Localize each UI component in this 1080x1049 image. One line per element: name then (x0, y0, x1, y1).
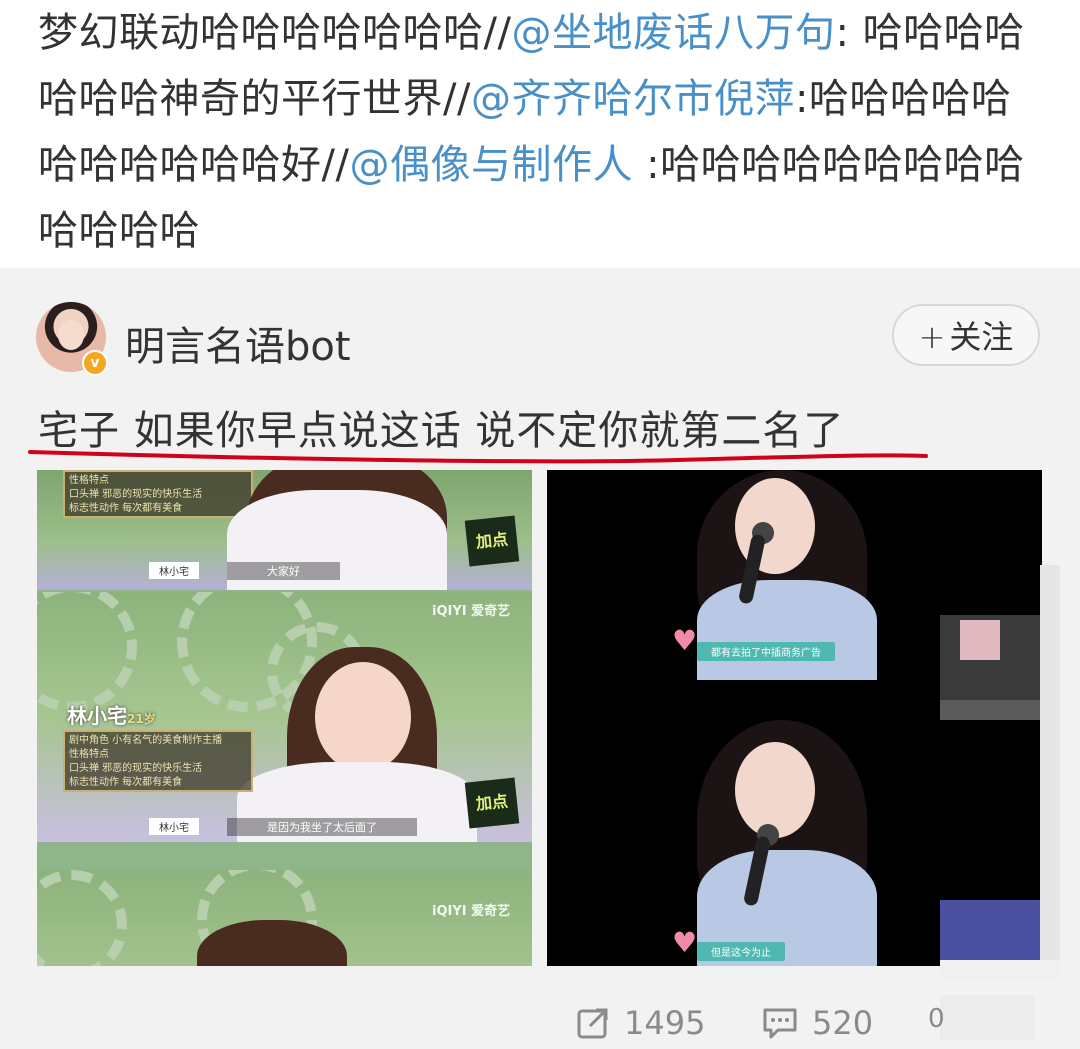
name-tag-2: 林小宅 (149, 818, 199, 835)
repost-action[interactable]: 1495 (576, 1004, 705, 1042)
iqiyi-watermark-2: iQIYI 爱奇艺 (432, 904, 511, 919)
verified-badge-icon: v (82, 350, 108, 376)
comment-bubble-icon (763, 1008, 797, 1039)
show-logo: 加点 (464, 515, 520, 567)
show-logo-2: 加点 (464, 777, 520, 829)
name-tag: 林小宅 (149, 562, 199, 579)
comment-count: 520 (812, 1004, 874, 1042)
mention-link-1[interactable]: @坐地废话八万句 (511, 10, 835, 56)
overlay-name: 林小宅 (67, 704, 127, 728)
subtitle-2: 是因为我坐了太后面了 (227, 818, 417, 836)
thumb-icon: 0 (928, 1004, 945, 1034)
follow-label: 关注 (949, 318, 1014, 356)
repost-chain-text: 梦幻联动哈哈哈哈哈哈哈//@坐地废话八万句: 哈哈哈哈哈哈哈神奇的平行世界//@… (38, 0, 1048, 264)
follow-button[interactable]: + 关注 (892, 304, 1040, 366)
pixelated-overlay (935, 565, 1065, 1045)
comment-action[interactable]: 520 (762, 1004, 873, 1042)
post-image-left[interactable]: 性格特点 口头禅 邪恶的现实的快乐生活 标志性动作 每次都有美食 林小宅 大家好… (37, 470, 532, 966)
mention-link-3[interactable]: @偶像与制作人 (349, 142, 633, 188)
mention-link-2[interactable]: @齐齐哈尔市倪萍 (471, 76, 795, 122)
heart-icon-2: ♥ (672, 926, 698, 959)
share-square-icon (577, 1008, 608, 1039)
right-subtitle-top: 都有去拍了中插商务广告 (697, 642, 835, 661)
repost-count: 1495 (624, 1004, 706, 1042)
plus-icon: + (918, 318, 946, 356)
repost-text-1: 梦幻联动哈哈哈哈哈哈哈// (38, 10, 512, 56)
left-panel-top: 性格特点 口头禅 邪恶的现实的快乐生活 标志性动作 每次都有美食 林小宅 大家好… (37, 470, 532, 590)
heart-icon: ♥ (672, 624, 698, 657)
left-panel-bottom: iQIYI 爱奇艺 (37, 870, 532, 966)
author-name[interactable]: 明言名语bot (125, 314, 351, 372)
red-underline-annotation (28, 450, 928, 464)
right-subtitle-bottom: 但是这今为止 (697, 942, 785, 961)
iqiyi-watermark: iQIYI 爱奇艺 (432, 604, 511, 619)
subtitle: 大家好 (227, 562, 340, 580)
overlay-age: 21岁 (127, 712, 156, 726)
like-action[interactable]: 0 (928, 1004, 945, 1034)
left-panel-middle: iQIYI 爱奇艺 林小宅21岁 剧中角色 小有名气的美食制作主播 性格特点 口… (37, 592, 532, 842)
post-footer: 1495 520 0 (0, 1000, 1080, 1049)
